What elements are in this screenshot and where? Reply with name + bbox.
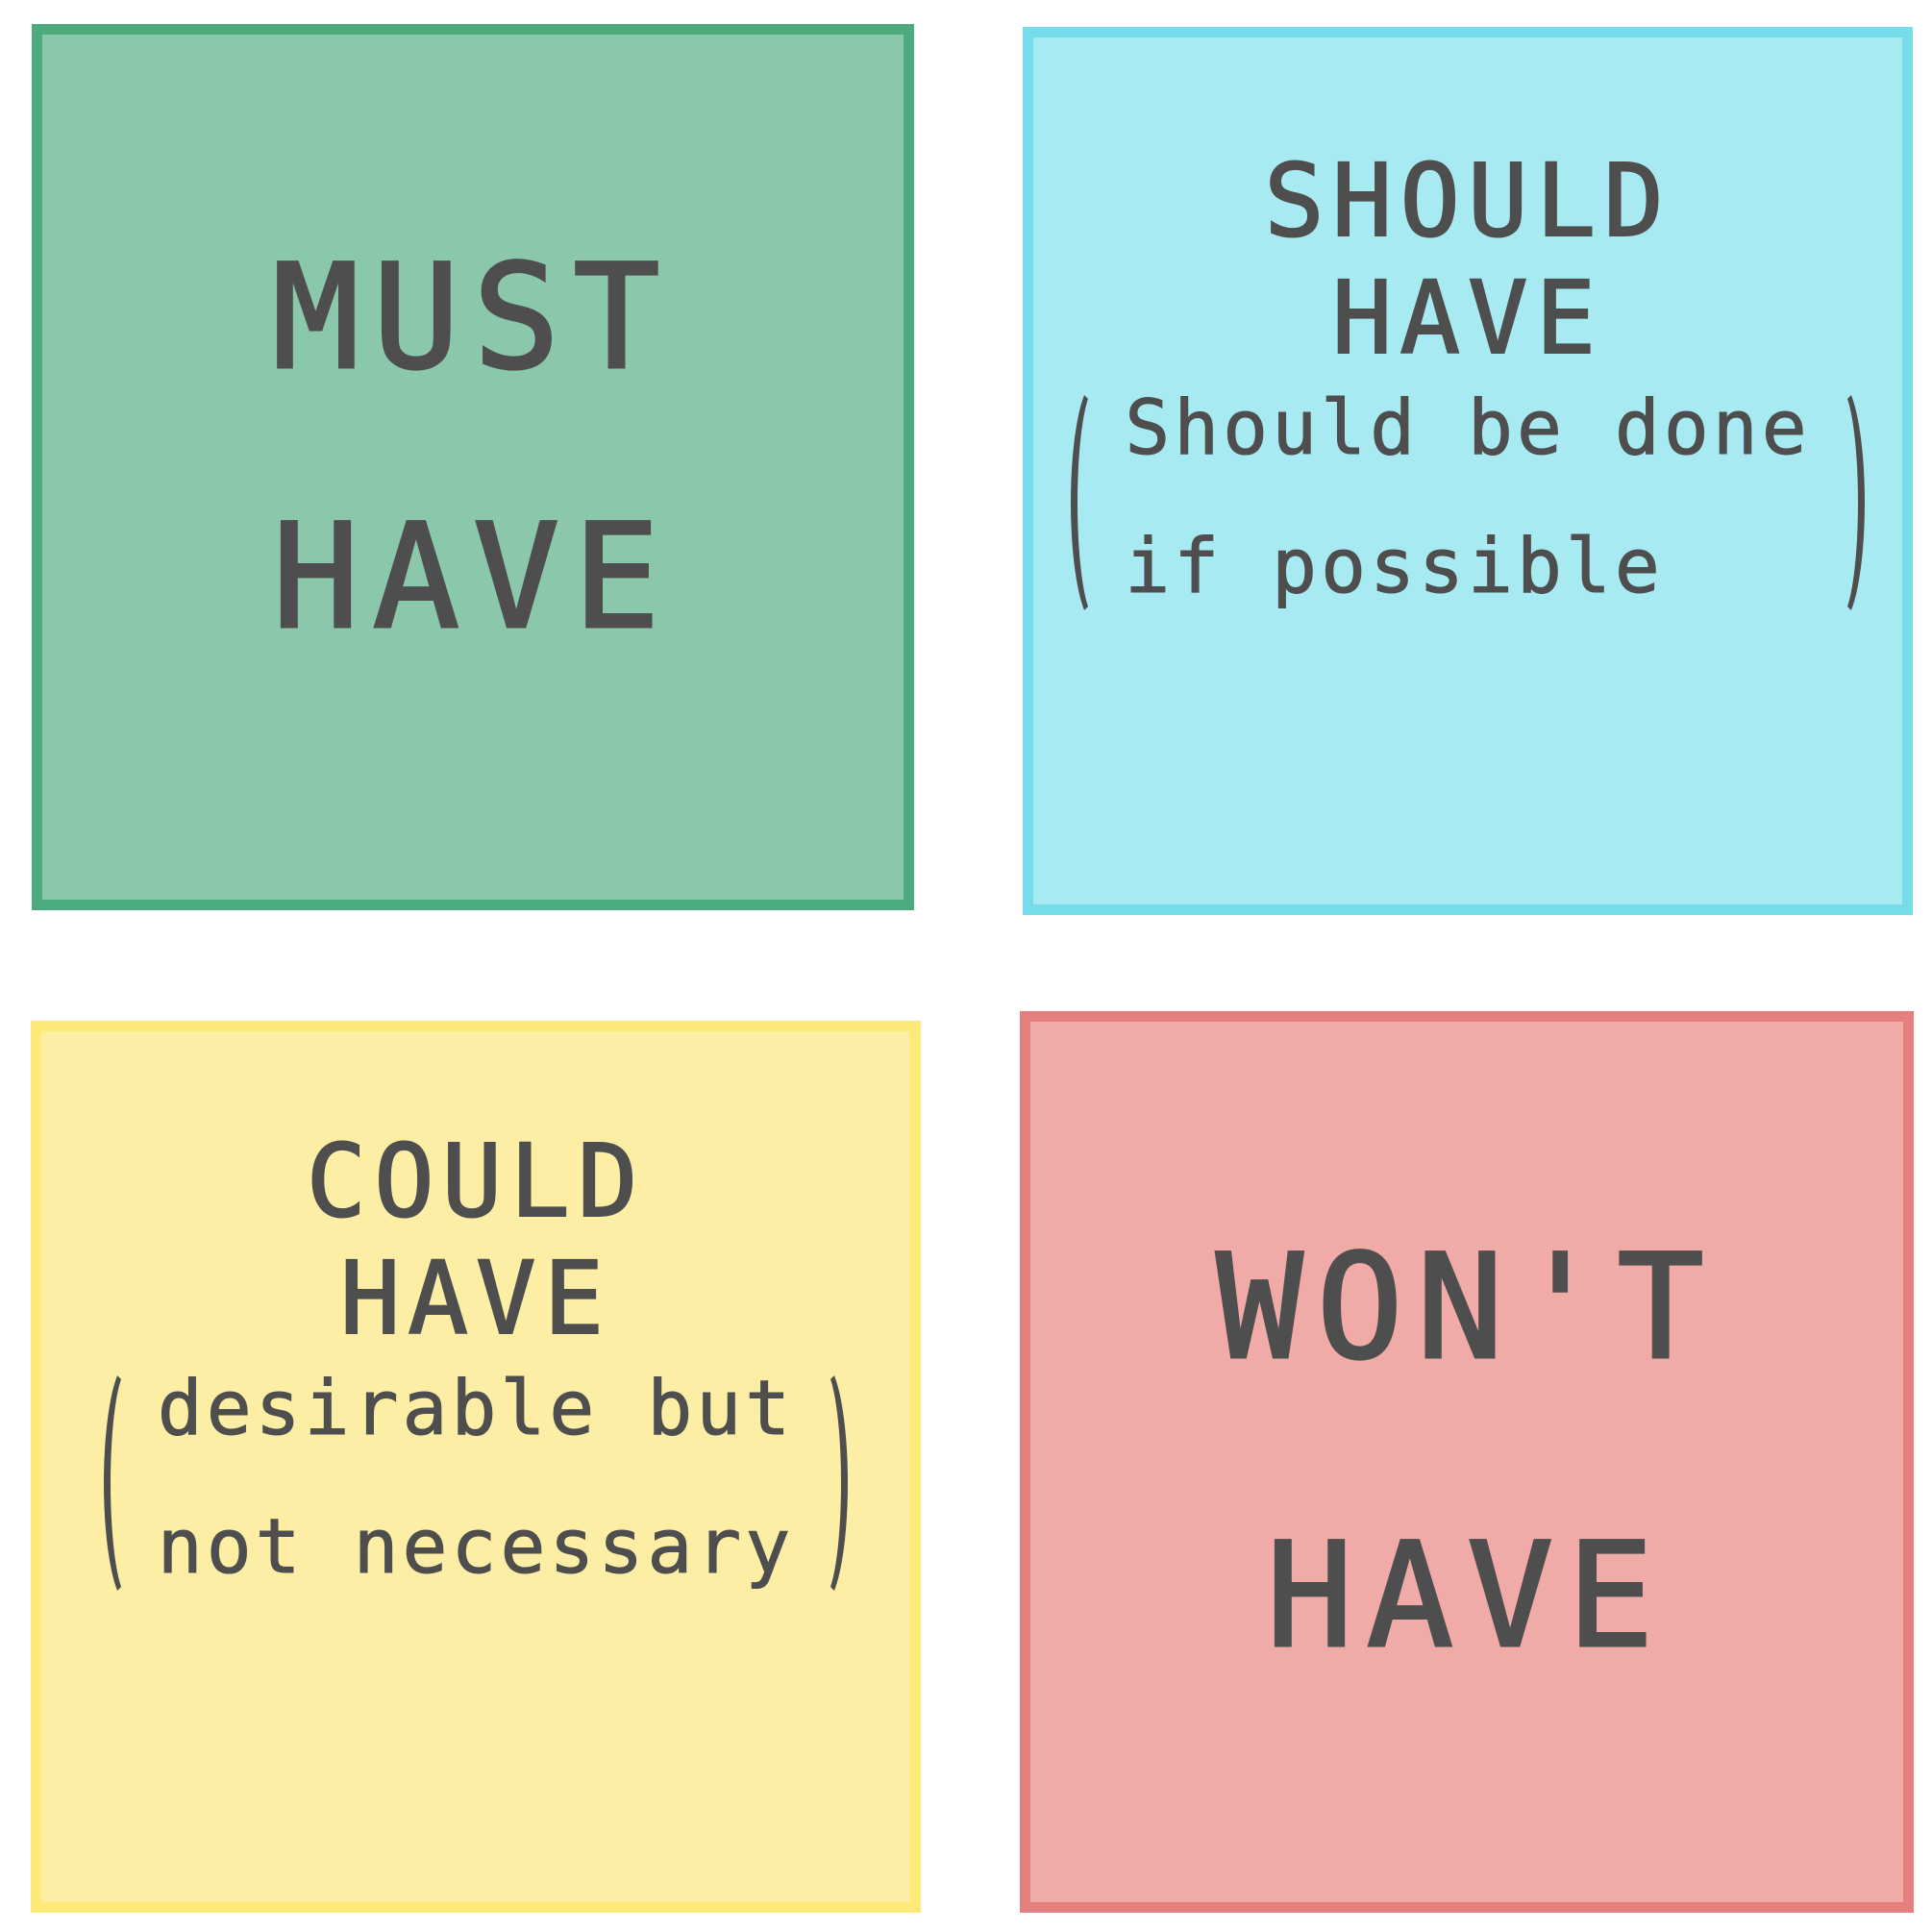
should-have-title: SHOULD <box>1263 142 1672 260</box>
should-have-subtitle: HAVE <box>1331 260 1604 377</box>
could-have-description-line1: desirable but <box>157 1366 795 1452</box>
could-have-subtitle: HAVE <box>339 1240 612 1357</box>
could-have-description-line2: not necessary <box>157 1504 795 1591</box>
could-have-title: COULD <box>305 1123 646 1240</box>
must-have-title: MUST <box>271 235 674 402</box>
should-have-description-line1: Should be done <box>1125 385 1811 472</box>
wont-have-note: WON'T HAVE <box>1020 1011 1914 1913</box>
should-have-note: SHOULD HAVE Should be done if possible <box>1023 27 1913 915</box>
should-have-description-line2: if possible <box>1125 524 1664 610</box>
wont-have-subtitle: HAVE <box>1265 1513 1668 1680</box>
could-have-note: COULD HAVE desirable but not necessary <box>31 1021 921 1913</box>
could-have-description: desirable but not necessary <box>103 1362 849 1604</box>
must-have-note: MUST HAVE <box>32 24 914 910</box>
wont-have-title: WON'T <box>1215 1225 1718 1392</box>
should-have-description: Should be done if possible <box>1071 382 1866 624</box>
must-have-subtitle: HAVE <box>271 494 674 661</box>
